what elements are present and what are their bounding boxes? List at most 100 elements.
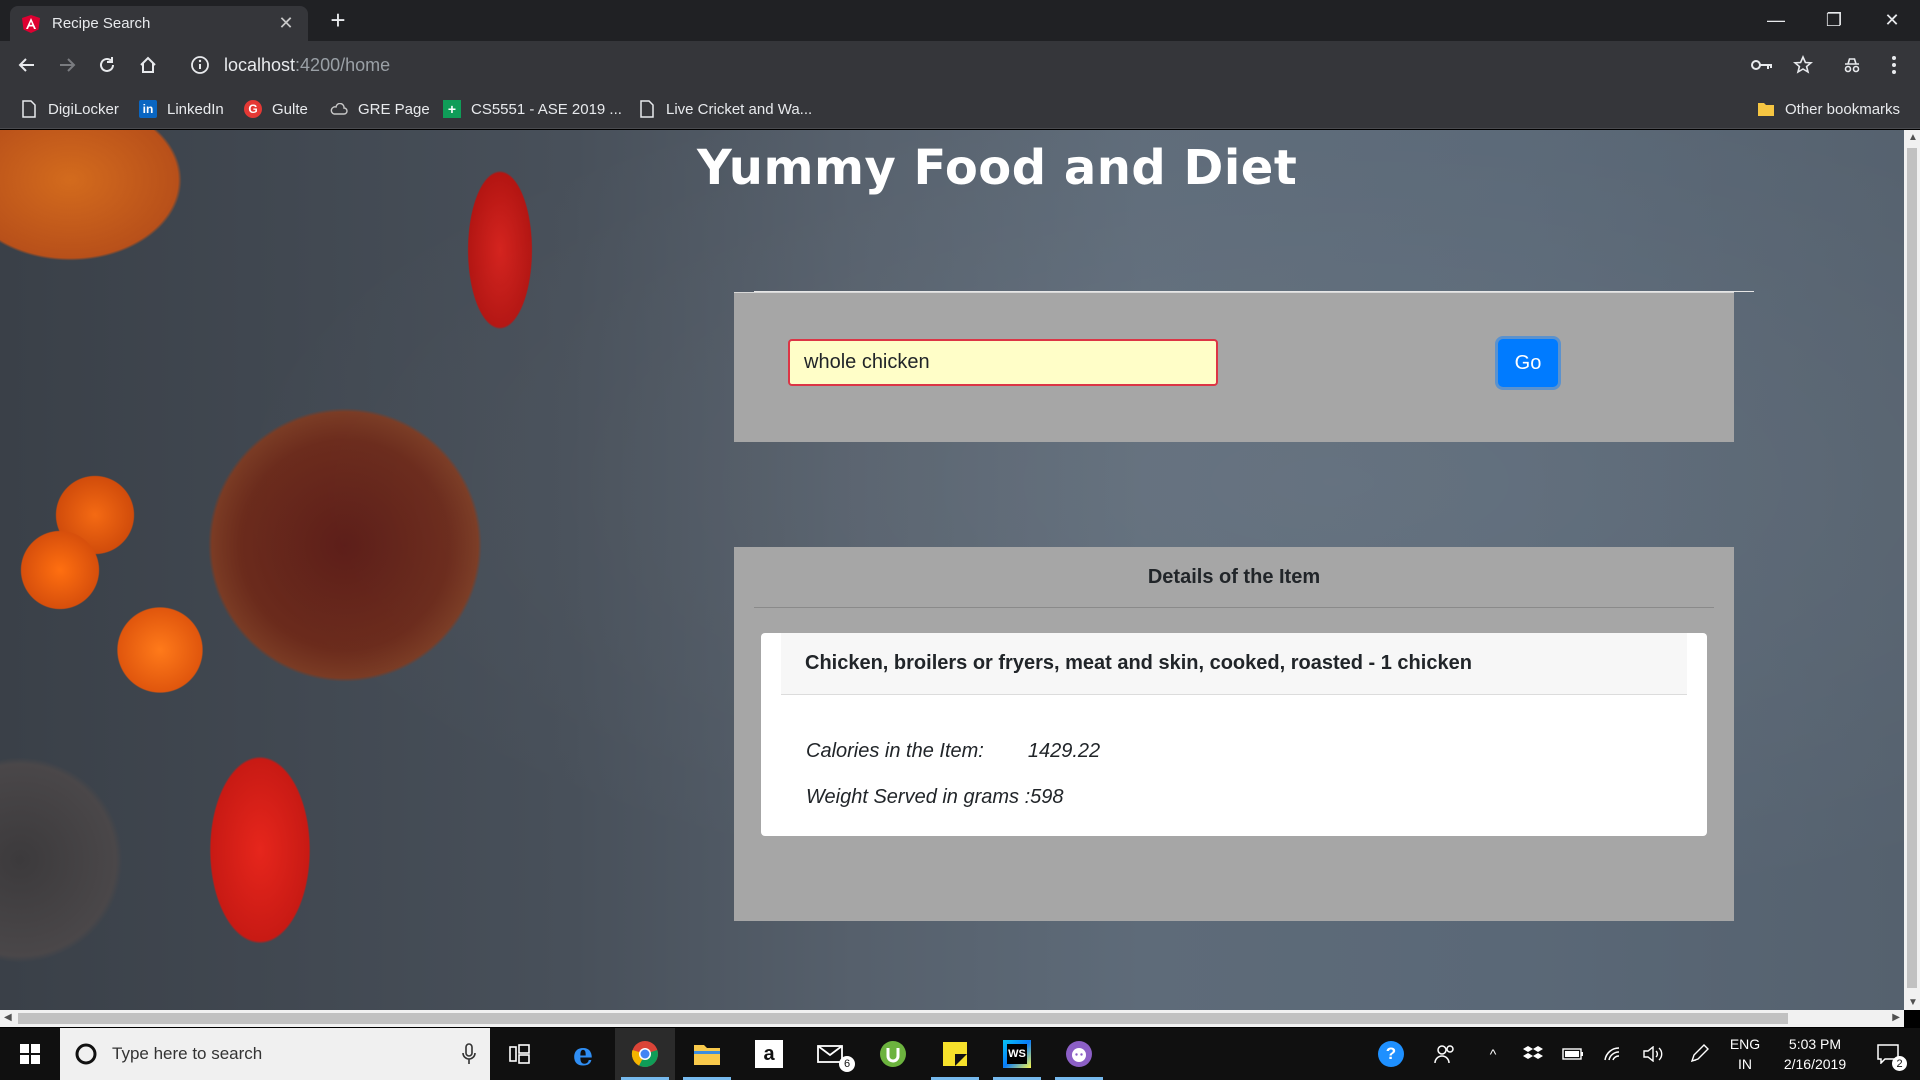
- home-icon[interactable]: [134, 51, 162, 79]
- page-icon: [20, 100, 38, 118]
- new-tab-button[interactable]: +: [324, 6, 352, 34]
- bookmark-label: Gulte: [272, 100, 308, 118]
- clock-date: 2/16/2019: [1783, 1056, 1847, 1072]
- cloud-icon: [330, 100, 348, 118]
- github-desktop-icon[interactable]: [1049, 1028, 1109, 1080]
- scroll-down-icon[interactable]: ▼: [1908, 997, 1918, 1008]
- restore-button[interactable]: ❐: [1806, 0, 1862, 41]
- volume-icon[interactable]: [1638, 1028, 1668, 1080]
- start-button[interactable]: [0, 1028, 60, 1080]
- menu-icon[interactable]: [1880, 51, 1908, 79]
- region-code: IN: [1738, 1056, 1752, 1072]
- incognito-icon[interactable]: [1838, 51, 1866, 79]
- lang-code: ENG: [1729, 1036, 1761, 1052]
- webstorm-icon[interactable]: WS: [987, 1028, 1047, 1080]
- bookmark-label: LinkedIn: [167, 100, 224, 118]
- bookmark-label: DigiLocker: [48, 100, 119, 118]
- weight-label: Weight Served in grams :: [806, 786, 1031, 808]
- bookmark-star-icon[interactable]: [1789, 51, 1817, 79]
- page-title: Yummy Food and Diet: [697, 140, 1298, 196]
- windows-icon: [20, 1044, 40, 1064]
- page-viewport: Yummy Food and Diet Go Details of the It…: [0, 130, 1904, 1010]
- browser-tab-strip: Recipe Search ✕ + — ❐ ✕: [0, 0, 1920, 41]
- scroll-thumb[interactable]: [1907, 148, 1917, 988]
- notification-count: 2: [1892, 1056, 1907, 1071]
- chevron-up-icon[interactable]: ^: [1478, 1028, 1508, 1080]
- edge-icon[interactable]: e: [553, 1028, 613, 1080]
- divider: [754, 291, 1754, 292]
- bookmark-label: GRE Page: [358, 100, 430, 118]
- background-food-image: [0, 130, 700, 1010]
- weight-value: 598: [1030, 786, 1064, 808]
- notification-center-icon[interactable]: 2: [1866, 1028, 1910, 1080]
- pen-icon[interactable]: [1684, 1028, 1714, 1080]
- search-panel: Go: [734, 291, 1754, 442]
- folder-icon: [1757, 100, 1775, 118]
- go-button[interactable]: Go: [1498, 339, 1558, 387]
- battery-icon[interactable]: [1558, 1028, 1588, 1080]
- bookmark-linkedin[interactable]: in LinkedIn: [139, 89, 224, 129]
- cortana-icon: [75, 1043, 97, 1065]
- taskbar-search-placeholder: Type here to search: [112, 1044, 263, 1063]
- weight-row: Weight Served in grams :598: [806, 786, 1064, 809]
- sticky-notes-icon[interactable]: [925, 1028, 985, 1080]
- bookmark-gre-page[interactable]: GRE Page: [330, 89, 430, 129]
- calories-label: Calories in the Item:: [806, 740, 984, 762]
- address-bar[interactable]: localhost:4200/home: [176, 47, 1776, 83]
- chrome-icon[interactable]: [615, 1028, 675, 1080]
- bookmark-label: Other bookmarks: [1785, 100, 1901, 118]
- taskbar: Type here to search e a 6 WS ? ^ ENG IN …: [0, 1028, 1920, 1080]
- taskbar-search[interactable]: Type here to search: [60, 1028, 490, 1080]
- calories-row: Calories in the Item: 1429.22: [806, 740, 1100, 763]
- horizontal-scrollbar[interactable]: ◀ ▶: [0, 1010, 1904, 1027]
- forward-icon[interactable]: [53, 51, 81, 79]
- people-icon[interactable]: [1428, 1028, 1462, 1080]
- info-icon[interactable]: [190, 55, 210, 75]
- calories-value: 1429.22: [1027, 740, 1101, 762]
- back-icon[interactable]: [13, 51, 41, 79]
- mail-badge: 6: [839, 1056, 855, 1072]
- page-icon: [638, 100, 656, 118]
- search-input[interactable]: [788, 339, 1218, 386]
- reload-icon[interactable]: [93, 51, 121, 79]
- close-window-button[interactable]: ✕: [1864, 0, 1920, 41]
- scroll-left-icon[interactable]: ◀: [4, 1012, 12, 1023]
- details-header: Details of the Item: [754, 547, 1714, 608]
- item-card: Chicken, broilers or fryers, meat and sk…: [761, 633, 1707, 836]
- details-panel: Details of the Item Chicken, broilers or…: [734, 547, 1734, 921]
- scroll-thumb[interactable]: [18, 1013, 1788, 1024]
- bookmarks-bar: DigiLocker in LinkedIn G Gulte GRE Page …: [0, 89, 1920, 129]
- utorrent-icon[interactable]: [863, 1028, 923, 1080]
- wifi-icon[interactable]: [1598, 1028, 1628, 1080]
- bookmark-gulte[interactable]: G Gulte: [244, 89, 308, 129]
- bookmark-live-cricket[interactable]: Live Cricket and Wa...: [638, 89, 812, 129]
- sheets-icon: +: [443, 100, 461, 118]
- language-indicator[interactable]: ENG IN: [1722, 1034, 1768, 1074]
- browser-tab[interactable]: Recipe Search ✕: [10, 6, 308, 41]
- angular-icon: [22, 14, 40, 33]
- item-name: Chicken, broilers or fryers, meat and sk…: [781, 633, 1687, 695]
- vertical-scrollbar[interactable]: ▲ ▼: [1904, 130, 1920, 1010]
- clock[interactable]: 5:03 PM 2/16/2019: [1770, 1034, 1860, 1074]
- scroll-up-icon[interactable]: ▲: [1908, 132, 1918, 143]
- task-view-icon[interactable]: [490, 1028, 550, 1080]
- gulte-icon: G: [244, 100, 262, 118]
- url-path: :4200/home: [295, 54, 391, 75]
- bookmark-cs5551[interactable]: + CS5551 - ASE 2019 ...: [443, 89, 622, 129]
- dropbox-icon[interactable]: [1518, 1028, 1548, 1080]
- clock-time: 5:03 PM: [1788, 1036, 1842, 1052]
- mail-icon[interactable]: 6: [801, 1028, 861, 1080]
- other-bookmarks[interactable]: Other bookmarks: [1757, 89, 1900, 129]
- tab-close-icon[interactable]: ✕: [276, 13, 296, 34]
- amazon-icon[interactable]: a: [739, 1028, 799, 1080]
- bookmark-label: CS5551 - ASE 2019 ...: [471, 100, 622, 118]
- microphone-icon[interactable]: [462, 1043, 476, 1065]
- minimize-button[interactable]: —: [1748, 0, 1804, 41]
- scroll-right-icon[interactable]: ▶: [1892, 1012, 1900, 1023]
- linkedin-icon: in: [139, 100, 157, 118]
- bookmark-digilocker[interactable]: DigiLocker: [20, 89, 119, 129]
- file-explorer-icon[interactable]: [677, 1028, 737, 1080]
- tab-title: Recipe Search: [52, 15, 151, 32]
- bookmark-label: Live Cricket and Wa...: [666, 100, 813, 118]
- help-icon[interactable]: ?: [1374, 1028, 1408, 1080]
